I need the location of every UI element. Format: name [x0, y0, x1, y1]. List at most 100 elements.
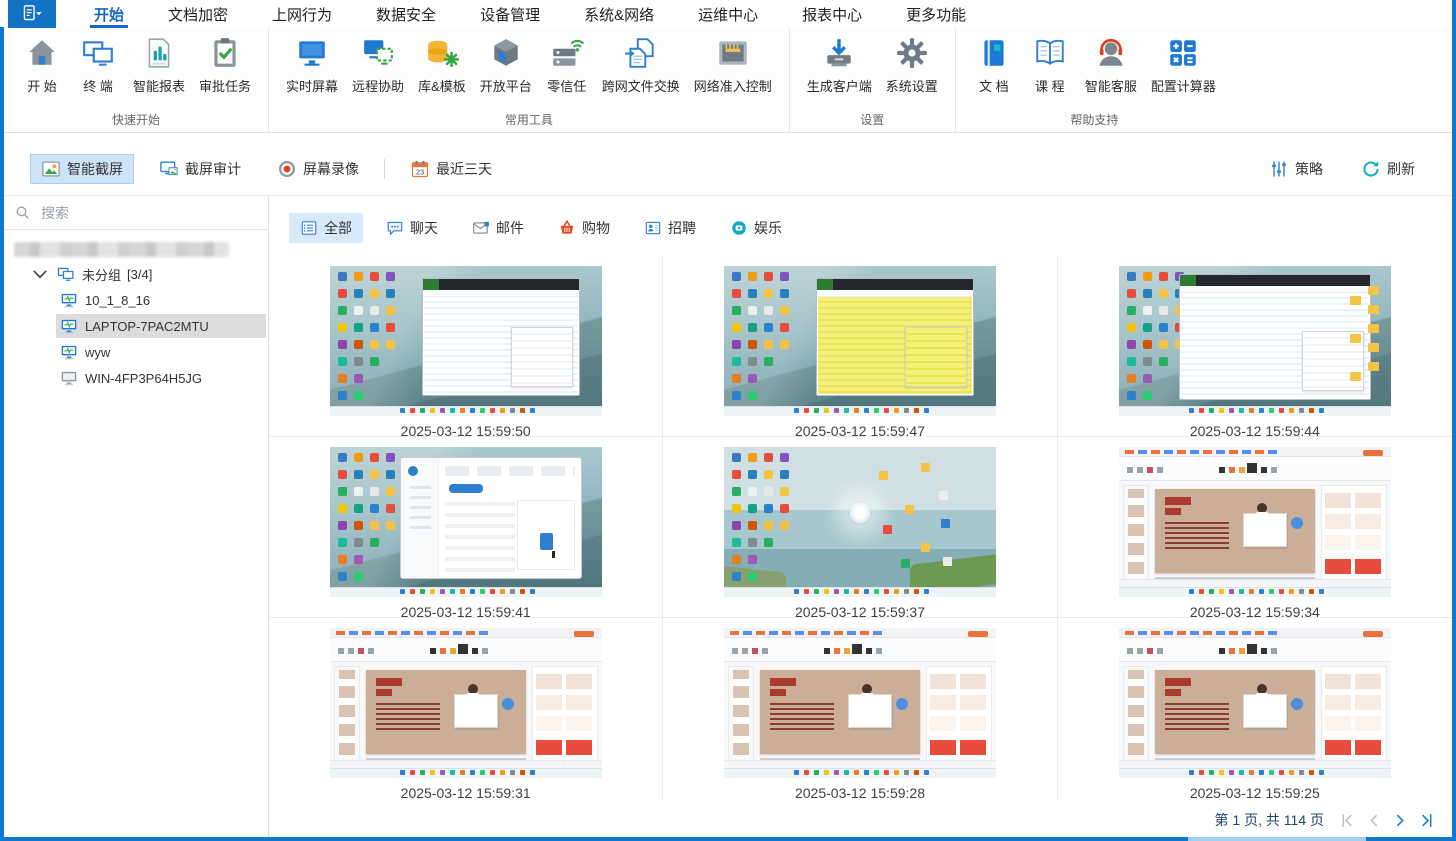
ribbon: 开 始 终 端 智能报表审批任务快速开始 实时屏幕远程协助库&模板开放平台零信任跨网文… — [4, 28, 1452, 133]
tab-8[interactable]: 更多功能 — [884, 0, 988, 28]
chevron-down-icon — [30, 264, 50, 284]
pc-online-icon — [60, 317, 78, 335]
tab-4[interactable]: 设备管理 — [458, 0, 562, 28]
tab-2[interactable]: 上网行为 — [250, 0, 354, 28]
search-icon — [14, 204, 31, 221]
filter-entertainment[interactable]: 娱乐 — [719, 213, 793, 243]
ribbon-item-label: 智能报表 — [133, 76, 185, 95]
docs-icon — [977, 36, 1011, 70]
tab-7[interactable]: 报表中心 — [780, 0, 884, 28]
filter-shopping[interactable]: 购物 — [547, 213, 621, 243]
ribbon-item-library-template[interactable]: 库&模板 — [411, 32, 473, 95]
ribbon-item-label: 终 端 — [83, 76, 113, 95]
filter-list[interactable]: 全部 — [289, 213, 363, 243]
toolbar-button-refresh[interactable]: 刷新 — [1350, 154, 1426, 184]
calculator-icon — [1166, 36, 1200, 70]
device-tree: 未分组[3/4] 10_1_8_16 LAPTOP-7PAC2MTUwywWIN-4… — [4, 261, 268, 391]
recruit-icon — [644, 219, 662, 237]
ribbon-item-home[interactable]: 开 始 — [14, 32, 70, 95]
ribbon-item-open-platform[interactable]: 开放平台 — [473, 32, 539, 95]
ribbon-item-label: 实时屏幕 — [286, 76, 338, 95]
screenshot-cell: 2025-03-12 15:59:37 — [663, 437, 1057, 618]
screenshot-cell: 2025-03-12 15:59:44 — [1058, 256, 1452, 437]
tab-3[interactable]: 数据安全 — [354, 0, 458, 28]
screenshot-thumbnail[interactable] — [330, 266, 602, 416]
tab-0[interactable]: 开始 — [72, 0, 146, 28]
ribbon-item-generate-client[interactable]: 生成客户端 — [800, 32, 879, 95]
tab-6[interactable]: 运维中心 — [676, 0, 780, 28]
redacted-root-node[interactable] — [14, 242, 229, 257]
screenshot-thumbnail[interactable] — [724, 447, 996, 597]
ribbon-item-report[interactable]: 智能报表 — [126, 32, 192, 95]
toolbar-button-policy[interactable]: 策略 — [1258, 154, 1334, 184]
search-box[interactable] — [4, 196, 268, 230]
tree-group-label: 未分组 — [82, 265, 121, 284]
generate-client-icon — [822, 36, 856, 70]
screenshot-timestamp: 2025-03-12 15:59:28 — [663, 785, 1056, 801]
pc-online-icon — [60, 343, 78, 361]
toolbar-button-label: 智能截屏 — [67, 159, 123, 179]
first-page-icon[interactable] — [1338, 812, 1355, 829]
toolbar-button-screen-record[interactable]: 屏幕录像 — [266, 154, 370, 184]
ribbon-item-remote-assist[interactable]: 远程协助 — [345, 32, 411, 95]
tree-node-0[interactable]: 10_1_8_16 — [4, 287, 268, 313]
screenshot-thumbnail[interactable] — [724, 628, 996, 778]
tree-node-1[interactable]: LAPTOP-7PAC2MTU — [4, 313, 268, 339]
calendar-icon: 23 — [410, 159, 430, 179]
prev-page-icon[interactable] — [1365, 812, 1382, 829]
tree-node-2[interactable]: wyw — [4, 339, 268, 365]
next-page-icon[interactable] — [1392, 812, 1409, 829]
toolbar-button-smart-capture[interactable]: 智能截屏 — [30, 154, 134, 184]
search-input[interactable] — [39, 204, 258, 222]
window-border-bottom — [0, 837, 1456, 841]
last-page-icon[interactable] — [1419, 812, 1436, 829]
filter-mail[interactable]: 邮件 — [461, 213, 535, 243]
library-template-icon — [425, 36, 459, 70]
ribbon-item-cross-network-file[interactable]: 跨网文件交换 — [595, 32, 687, 95]
ribbon-item-label: 网络准入控制 — [694, 76, 772, 95]
ribbon-item-docs[interactable]: 文 档 — [966, 32, 1022, 95]
filter-label: 招聘 — [668, 218, 696, 238]
screenshot-cell: 2025-03-12 15:59:50 — [269, 256, 663, 437]
ribbon-item-network-access[interactable]: 网络准入控制 — [687, 32, 779, 95]
screenshot-thumbnail[interactable] — [1119, 628, 1391, 778]
screenshot-thumbnail[interactable] — [330, 447, 602, 597]
ribbon-item-approval[interactable]: 审批任务 — [192, 32, 258, 95]
screenshot-thumbnail[interactable] — [724, 266, 996, 416]
filter-chat[interactable]: 聊天 — [375, 213, 449, 243]
ribbon-group-label: 快速开始 — [14, 108, 258, 130]
screenshot-thumbnail[interactable] — [330, 628, 602, 778]
window-border-left — [0, 27, 4, 841]
screenshot-thumbnail[interactable] — [1119, 447, 1391, 597]
refresh-icon — [1361, 159, 1381, 179]
screenshot-grid: 2025-03-12 15:59:502025-03-12 15:59:4720… — [269, 256, 1452, 801]
ribbon-item-label: 配置计算器 — [1151, 76, 1216, 95]
tree-node-3[interactable]: WIN-4FP3P64H5JG — [4, 365, 268, 391]
ribbon-item-terminals[interactable]: 终 端 — [70, 32, 126, 95]
date-filter-button[interactable]: 23最近三天 — [399, 154, 503, 184]
ribbon-item-course[interactable]: 课 程 — [1022, 32, 1078, 95]
ribbon-item-calculator[interactable]: 配置计算器 — [1144, 32, 1223, 95]
tree-group-ungrouped[interactable]: 未分组[3/4] — [4, 261, 268, 287]
entertainment-icon — [730, 219, 748, 237]
ribbon-item-zero-trust[interactable]: 零信任 — [539, 32, 595, 95]
remote-assist-icon — [361, 36, 395, 70]
tab-bar: 开始文档加密上网行为数据安全设备管理系统&网络运维中心报表中心 更多功能 — [0, 0, 1456, 28]
ribbon-item-realtime-screen[interactable]: 实时屏幕 — [279, 32, 345, 95]
main-menu-button[interactable] — [8, 0, 56, 28]
ribbon-item-settings-gear[interactable]: 系统设置 — [879, 32, 945, 95]
realtime-screen-icon — [295, 36, 329, 70]
pc-offline-icon — [60, 369, 78, 387]
tab-label: 更多功能 — [906, 4, 966, 25]
ribbon-item-label: 开 始 — [27, 76, 57, 95]
tree-node-label: 10_1_8_16 — [85, 293, 150, 308]
toolbar-button-capture-audit[interactable]: 截屏审计 — [148, 154, 252, 184]
toolbar-button-label: 屏幕录像 — [303, 159, 359, 179]
report-icon — [142, 36, 176, 70]
ribbon-item-support[interactable]: 智能客服 — [1078, 32, 1144, 95]
tab-5[interactable]: 系统&网络 — [562, 0, 676, 28]
screenshot-thumbnail[interactable] — [1119, 266, 1391, 416]
ribbon-item-label: 开放平台 — [480, 76, 532, 95]
filter-recruit[interactable]: 招聘 — [633, 213, 707, 243]
tab-1[interactable]: 文档加密 — [146, 0, 250, 28]
